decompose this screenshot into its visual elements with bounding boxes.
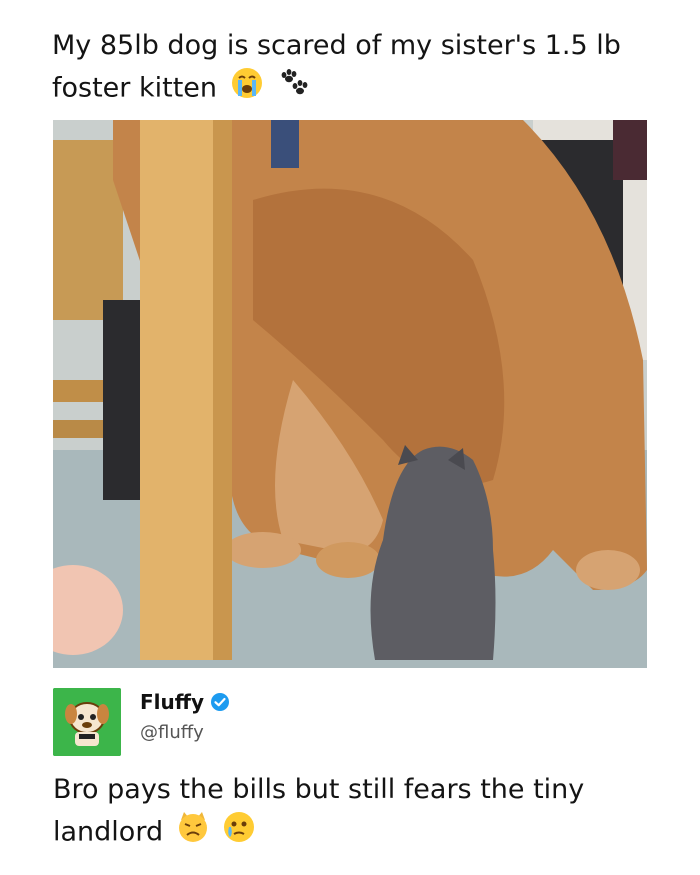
author-name-row[interactable]: Fluffy <box>140 690 230 714</box>
author-handle[interactable]: @fluffy <box>140 722 204 743</box>
avatar[interactable] <box>53 688 121 756</box>
face-holding-back-tears-emoji <box>222 810 256 856</box>
post-title: My 85lb dog is scared of my sister's 1.5… <box>52 26 652 112</box>
paw-prints-emoji <box>276 66 310 112</box>
crying-face-emoji <box>230 66 264 112</box>
pouting-cat-emoji <box>176 810 210 856</box>
author-name[interactable]: Fluffy <box>140 690 204 714</box>
author-block[interactable]: Fluffy @fluffy <box>53 688 643 758</box>
caption-text: Bro pays the bills but still fears the t… <box>53 774 585 848</box>
verified-badge-icon <box>210 692 230 712</box>
reply-caption: Bro pays the bills but still fears the t… <box>53 770 653 856</box>
golden-retriever-and-kitten-photo <box>53 120 647 668</box>
post-title-text: My 85lb dog is scared of my sister's 1.5… <box>52 30 621 104</box>
